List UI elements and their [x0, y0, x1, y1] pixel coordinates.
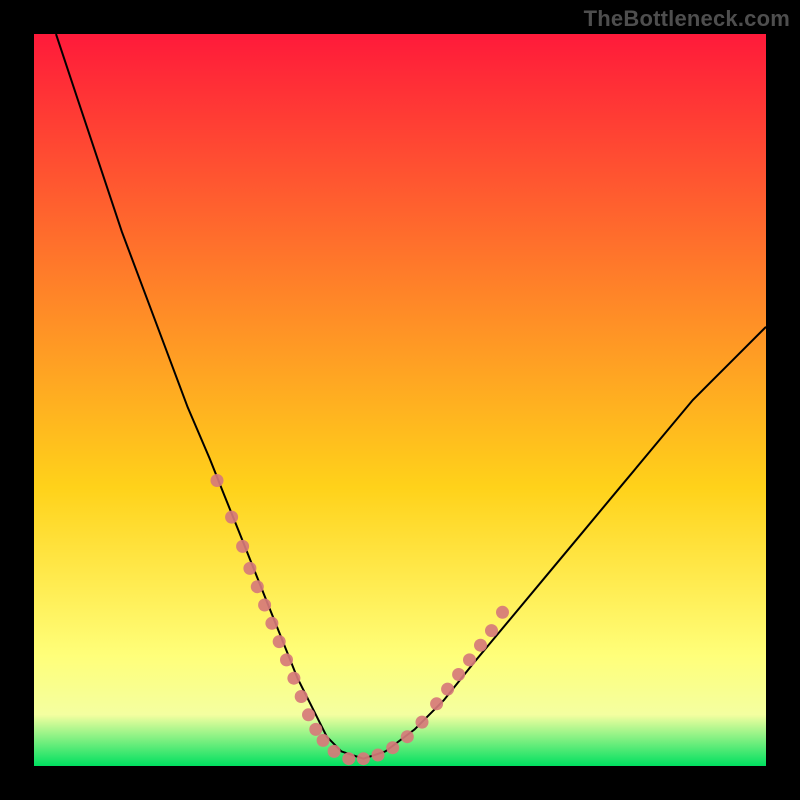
highlight-dot	[485, 624, 498, 637]
highlight-dot	[265, 617, 278, 630]
background-gradient	[34, 34, 766, 766]
highlight-dot	[243, 562, 256, 575]
highlight-dot	[372, 749, 385, 762]
highlight-dot	[416, 716, 429, 729]
highlight-dot	[441, 683, 454, 696]
highlight-dot	[401, 730, 414, 743]
watermark-text: TheBottleneck.com	[584, 6, 790, 32]
highlight-dot	[386, 741, 399, 754]
highlight-dot	[328, 745, 341, 758]
highlight-dot	[463, 653, 476, 666]
highlight-dot	[225, 511, 238, 524]
highlight-dot	[342, 752, 355, 765]
highlight-dot	[317, 734, 330, 747]
highlight-dot	[287, 672, 300, 685]
highlight-dot	[258, 599, 271, 612]
chart-frame: TheBottleneck.com	[0, 0, 800, 800]
chart-svg	[34, 34, 766, 766]
highlight-dot	[302, 708, 315, 721]
highlight-dot	[496, 606, 509, 619]
highlight-dot	[452, 668, 465, 681]
highlight-dot	[295, 690, 308, 703]
highlight-dot	[474, 639, 487, 652]
plot-area	[34, 34, 766, 766]
highlight-dot	[236, 540, 249, 553]
highlight-dot	[309, 723, 322, 736]
highlight-dot	[251, 580, 264, 593]
highlight-dot	[280, 653, 293, 666]
highlight-dot	[357, 752, 370, 765]
highlight-dot	[430, 697, 443, 710]
highlight-dot	[273, 635, 286, 648]
highlight-dot	[211, 474, 224, 487]
